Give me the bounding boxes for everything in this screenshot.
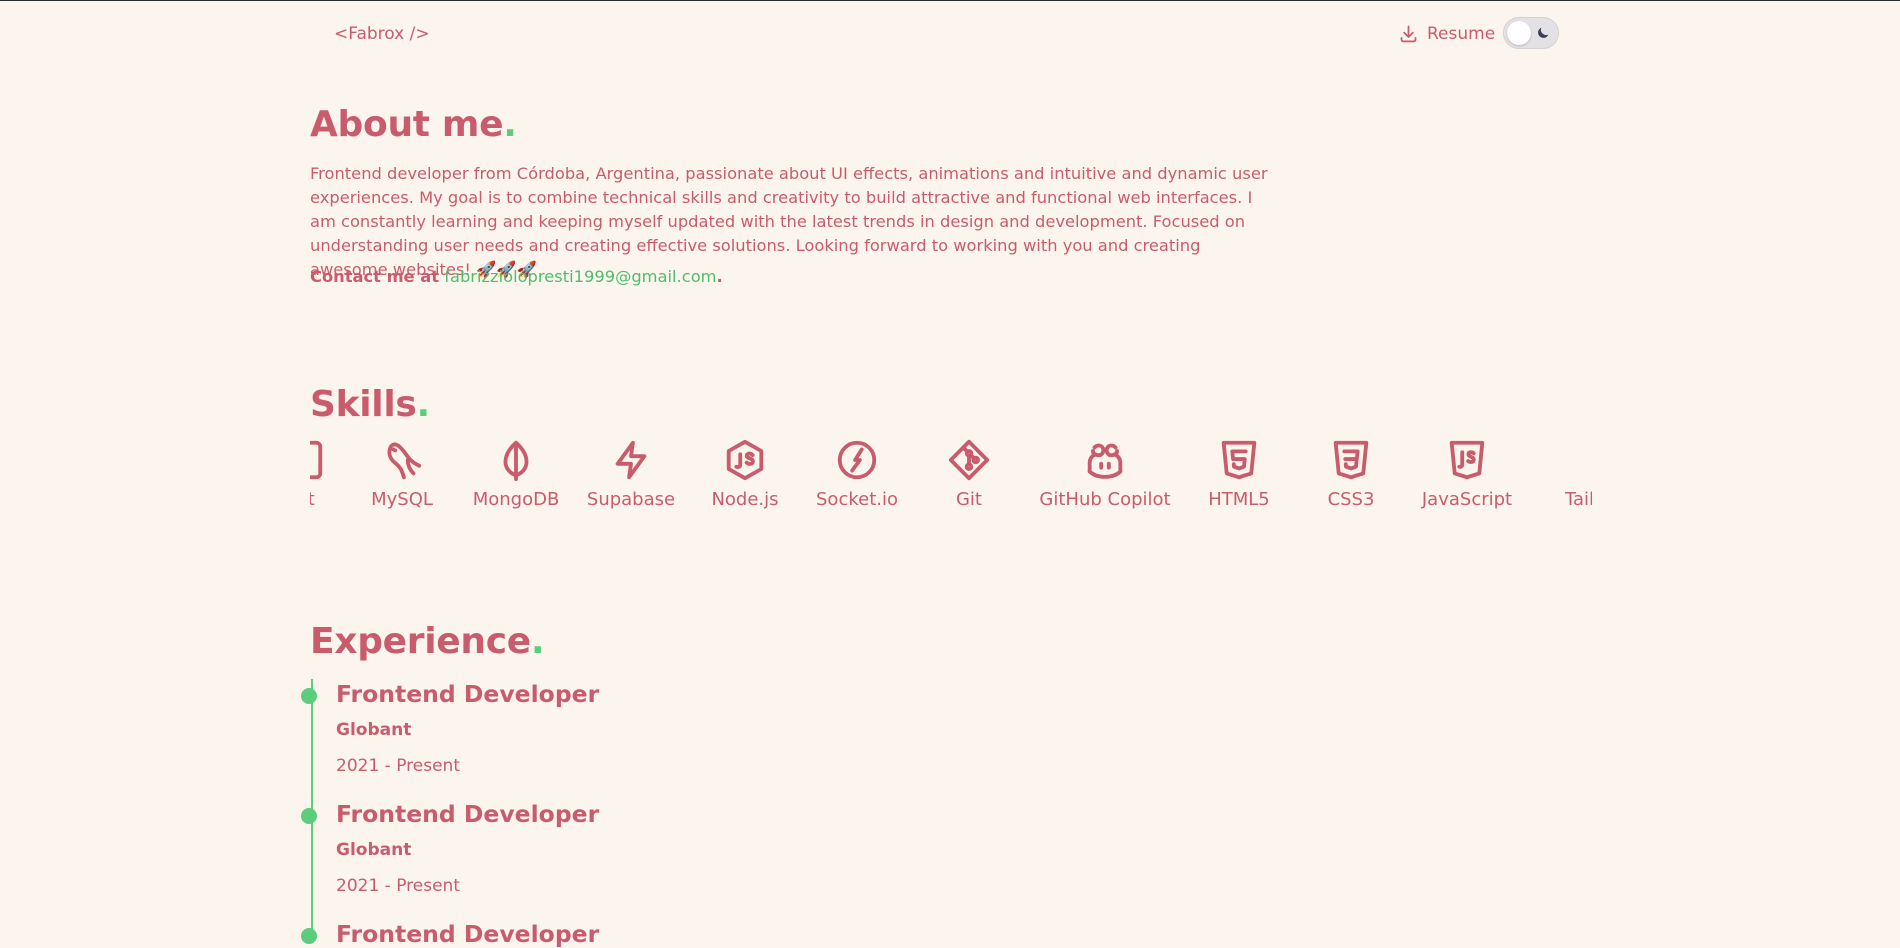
contact-line: Contact me at fabrizziolopresti1999@gmai… bbox=[310, 267, 723, 286]
experience-role: Frontend Developer bbox=[336, 680, 600, 708]
about-title-dot: . bbox=[503, 104, 517, 145]
experience-company: Globant bbox=[336, 840, 412, 860]
git-icon bbox=[948, 439, 990, 481]
experience-title: Experience. bbox=[310, 621, 545, 662]
download-icon bbox=[1400, 25, 1417, 43]
timeline-dot bbox=[301, 688, 317, 704]
experience-item: Frontend Developer Globant 2021 - Presen… bbox=[301, 800, 600, 896]
top-navbar: <Fabrox /> Resume bbox=[0, 1, 1900, 67]
experience-item: Frontend Developer Globant 2021 - Presen… bbox=[301, 680, 600, 776]
skills-title-dot: . bbox=[416, 384, 431, 425]
skills-title-text: Skills bbox=[310, 384, 417, 425]
html5-icon bbox=[1221, 440, 1257, 480]
supabase-icon bbox=[615, 440, 647, 480]
mongodb-icon bbox=[503, 440, 529, 482]
contact-period: . bbox=[716, 267, 723, 286]
skill-label: JavaScript bbox=[1421, 489, 1513, 510]
css3-icon bbox=[1333, 440, 1369, 480]
resume-button[interactable]: Resume bbox=[1398, 23, 1495, 44]
experience-role: Frontend Developer bbox=[336, 920, 600, 948]
experience-period: 2021 - Present bbox=[336, 756, 460, 776]
skill-item-javascript: JavaScript bbox=[1387, 437, 1547, 510]
toggle-knob bbox=[1507, 21, 1531, 45]
experience-item: Frontend Developer bbox=[301, 920, 600, 948]
nodejs-icon bbox=[726, 439, 764, 481]
email-link[interactable]: fabrizziolopresti1999@gmail.com bbox=[444, 267, 716, 286]
timeline-dot bbox=[301, 808, 317, 824]
logo-link[interactable]: <Fabrox /> bbox=[334, 24, 430, 44]
mysql-icon bbox=[387, 442, 422, 480]
experience-title-text: Experience bbox=[310, 621, 531, 662]
resume-label: Resume bbox=[1427, 23, 1496, 44]
experience-company: Globant bbox=[336, 720, 412, 740]
experience-role: Frontend Developer bbox=[336, 800, 600, 828]
skills-title: Skills. bbox=[310, 384, 430, 425]
javascript-icon bbox=[1449, 440, 1485, 480]
skills-carousel: ipt MySQL MongoDB Supabase Node.js Socke… bbox=[310, 437, 1592, 537]
about-title-text: About me bbox=[310, 104, 504, 145]
experience-period: 2021 - Present bbox=[336, 876, 460, 896]
socketio-icon bbox=[837, 440, 877, 480]
skill-label: Tailwi bbox=[1565, 489, 1592, 510]
moon-icon bbox=[1538, 27, 1549, 38]
about-title: About me. bbox=[310, 104, 517, 145]
experience-title-dot: . bbox=[530, 621, 545, 662]
github-copilot-icon bbox=[1087, 443, 1123, 479]
contact-label: Contact me at bbox=[310, 267, 440, 286]
skill-item-tailwind: Tailwi bbox=[1565, 437, 1592, 510]
theme-toggle[interactable] bbox=[1503, 17, 1559, 49]
about-description: Frontend developer from Córdoba, Argenti… bbox=[310, 164, 1268, 279]
